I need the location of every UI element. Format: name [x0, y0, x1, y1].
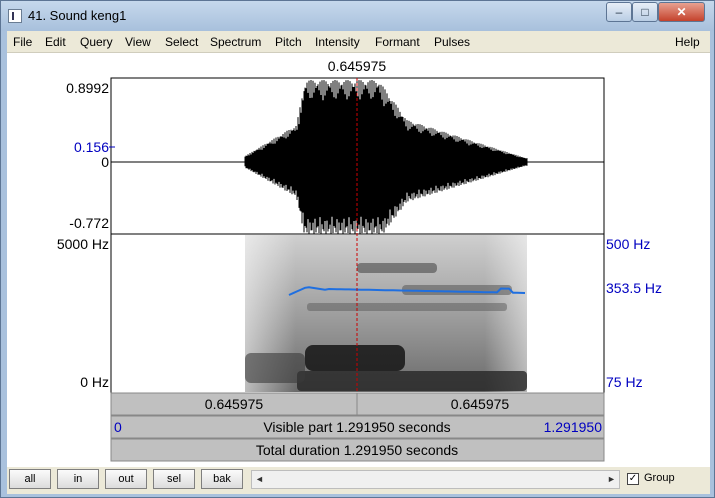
- menu-view[interactable]: View: [125, 35, 151, 49]
- group-checkbox-label: Group: [644, 472, 675, 484]
- cursor-time-label: 0.645975: [328, 58, 387, 74]
- zoom-toolbar: all in out sel bak ◄ ► ✓ Group: [7, 467, 710, 494]
- menu-help[interactable]: Help: [675, 35, 700, 49]
- waveform-cursor-value-label: 0.156: [74, 139, 109, 155]
- menu-intensity[interactable]: Intensity: [315, 35, 360, 49]
- zoom-in-button[interactable]: in: [57, 469, 99, 489]
- praat-sound-window: 41. Sound keng1 – □ ✕ File Edit Query Vi…: [0, 0, 715, 498]
- client-area: File Edit Query View Select Spectrum Pit…: [7, 31, 710, 494]
- horizontal-scrollbar[interactable]: ◄ ►: [251, 470, 620, 489]
- total-duration-label: Total duration 1.291950 seconds: [256, 442, 458, 458]
- menu-edit[interactable]: Edit: [45, 35, 66, 49]
- menu-pitch[interactable]: Pitch: [275, 35, 302, 49]
- waveform-zero-label: 0: [101, 154, 109, 170]
- cursor-right-label: 0.645975: [451, 396, 510, 412]
- editor-canvas[interactable]: 0.645975 0.8992 0.156 0 -0.772 5000 Hz 0…: [7, 53, 710, 467]
- cursor-left-label: 0.645975: [205, 396, 264, 412]
- zoom-out-button[interactable]: out: [105, 469, 147, 489]
- zoom-selection-button[interactable]: sel: [153, 469, 195, 489]
- zoom-all-button[interactable]: all: [9, 469, 51, 489]
- spectrogram-bottom-label: 0 Hz: [80, 374, 109, 390]
- spectrogram-top-label: 5000 Hz: [57, 236, 109, 252]
- window-title: 41. Sound keng1: [28, 8, 127, 23]
- menu-spectrum[interactable]: Spectrum: [210, 35, 261, 49]
- maximize-button[interactable]: □: [632, 2, 658, 22]
- menu-query[interactable]: Query: [80, 35, 113, 49]
- menu-select[interactable]: Select: [165, 35, 198, 49]
- title-bar[interactable]: 41. Sound keng1 – □ ✕: [1, 1, 714, 31]
- scroll-left-arrow-icon[interactable]: ◄: [252, 471, 267, 488]
- close-button[interactable]: ✕: [658, 2, 705, 22]
- menu-formant[interactable]: Formant: [375, 35, 420, 49]
- zoom-back-button[interactable]: bak: [201, 469, 243, 489]
- pitch-value-label: 353.5 Hz: [606, 280, 662, 296]
- visible-end-label: 1.291950: [544, 419, 603, 435]
- visible-start-label: 0: [114, 419, 122, 435]
- menu-file[interactable]: File: [13, 35, 32, 49]
- waveform-ymax-label: 0.8992: [66, 80, 109, 96]
- visible-part-label: Visible part 1.291950 seconds: [263, 419, 450, 435]
- praat-app-icon: [8, 9, 22, 23]
- pitch-bottom-label: 75 Hz: [606, 374, 643, 390]
- scroll-right-arrow-icon[interactable]: ►: [604, 471, 619, 488]
- minimize-button[interactable]: –: [606, 2, 632, 22]
- menu-pulses[interactable]: Pulses: [434, 35, 470, 49]
- sound-editor-drawing[interactable]: 0.645975 0.8992 0.156 0 -0.772 5000 Hz 0…: [7, 53, 710, 467]
- menu-bar: File Edit Query View Select Spectrum Pit…: [7, 31, 710, 53]
- group-checkbox[interactable]: ✓: [627, 473, 639, 485]
- waveform-ymin-label: -0.772: [69, 215, 109, 231]
- pitch-top-label: 500 Hz: [606, 236, 650, 252]
